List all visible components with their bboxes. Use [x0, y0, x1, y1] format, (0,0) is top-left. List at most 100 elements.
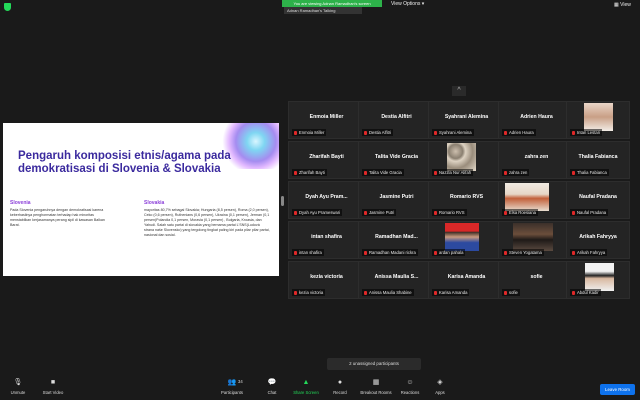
apps-icon: ◈: [437, 379, 443, 386]
muted-mic-icon: [504, 130, 507, 135]
grid-icon: ▦: [614, 2, 619, 8]
participant-tile[interactable]: Dyah Ayu Pram... Dyah Ayu Prameswari: [288, 181, 365, 219]
participant-tile[interactable]: Abdul Kadir: [566, 261, 630, 299]
participant-name-large: Syahrani Alemina: [444, 114, 489, 120]
shared-screen: Pengaruh komposisi etnis/agama pada demo…: [3, 123, 279, 276]
unmute-button[interactable]: 🎙 Unmute: [0, 379, 36, 395]
participant-label-text: Anissa Maulia Shabine: [369, 290, 412, 295]
participant-video: [447, 143, 476, 171]
video-off-icon: ■: [50, 379, 56, 386]
participant-name-large: Romario RVS: [449, 194, 484, 200]
participant-label-text: Enmoia Miller: [299, 130, 325, 135]
participant-label-text: Steven Yogatama: [509, 250, 542, 255]
muted-mic-icon: [364, 210, 367, 215]
participants-icon: 👥: [227, 379, 237, 386]
muted-mic-icon: [572, 210, 575, 215]
muted-mic-icon: [294, 170, 297, 175]
participant-tile[interactable]: Romario RVS Romario RVS: [428, 181, 505, 219]
participant-label-text: sofie: [509, 290, 518, 295]
participants-button[interactable]: 👥 34 Participants: [214, 379, 250, 395]
muted-mic-icon: [294, 290, 297, 295]
participant-label-text: Thalia Fabianca: [577, 170, 607, 175]
participant-label-text: Adrien Haura: [509, 130, 534, 135]
chat-bubble-icon: 💬: [267, 379, 277, 386]
participant-tile[interactable]: Enmoia Miller Enmoia Miller: [288, 101, 365, 139]
slide-left-heading: Slovenia: [10, 200, 31, 206]
share-screen-icon: ▲: [302, 379, 310, 386]
security-shield-icon[interactable]: [4, 3, 11, 11]
participant-video: [505, 183, 549, 211]
participant-tile[interactable]: Ramadhan Mad... Ramadhan Madani rickra: [358, 221, 435, 259]
participant-tile[interactable]: Arikah Fahryya Arikah Fahryya: [566, 221, 630, 259]
participant-tile[interactable]: Adrien Haura Adrien Haura: [498, 101, 575, 139]
participant-tile[interactable]: Talita Vide Gracia Talita Vide Gracia: [358, 141, 435, 179]
chat-button[interactable]: 💬 Chat: [254, 379, 290, 395]
muted-mic-icon: [434, 290, 437, 295]
participant-label-text: Ramadhan Madani rickra: [369, 250, 416, 255]
slide-title: Pengaruh komposisi etnis/agama pada demo…: [18, 150, 231, 175]
record-icon: ●: [337, 379, 343, 386]
participant-label-text: intan shafira: [299, 250, 322, 255]
participant-tile[interactable]: Destia Alfitri Destia Alfitri: [358, 101, 435, 139]
participant-label-text: Romario RVS: [439, 210, 465, 215]
participant-name-large: Ramadhan Mad...: [375, 234, 418, 240]
slide-left-text: Pada Slovenia pengaruhnya dengan demokra…: [10, 208, 105, 227]
view-button[interactable]: ▦ View: [614, 2, 631, 8]
breakout-rooms-icon: ▦: [372, 379, 380, 386]
participant-video: [445, 223, 479, 251]
slide-right-heading: Slovakia: [144, 200, 165, 206]
participant-name-large: Destia Alfitri: [381, 114, 412, 120]
participant-tile[interactable]: intan shafira intan shafira: [288, 221, 365, 259]
participant-label-text: Nazzla Nur Alifah: [439, 170, 472, 175]
muted-mic-icon: [434, 210, 437, 215]
unmute-label: Unmute: [10, 390, 26, 395]
participant-label-text: Zharifah Bayti: [299, 170, 325, 175]
start-video-button[interactable]: ■ Start Video: [35, 379, 71, 395]
participant-label: kezia victoria: [292, 289, 326, 296]
participant-label: Naufal Pradana: [570, 209, 609, 216]
participant-tile[interactable]: sofie sofie: [498, 261, 575, 299]
scroll-up-button[interactable]: ^: [452, 86, 466, 96]
muted-mic-icon: [364, 290, 367, 295]
participant-label-text: Intan Lestari: [577, 130, 601, 135]
participant-tile[interactable]: Naufal Pradana Naufal Pradana: [566, 181, 630, 219]
participant-label: Adrien Haura: [502, 129, 536, 136]
participant-tile[interactable]: kezia victoria kezia victoria: [288, 261, 365, 299]
participant-name-large: Naufal Pradana: [579, 194, 617, 200]
splitter-handle[interactable]: [281, 196, 284, 206]
participant-name-large: sofie: [530, 274, 543, 280]
participant-tile[interactable]: ardan pahala: [428, 221, 505, 259]
participant-label-text: Talita Vide Gracia: [369, 170, 402, 175]
participant-tile[interactable]: Thalia Fabianca Thalia Fabianca: [566, 141, 630, 179]
participant-tile[interactable]: Nazzla Nur Alifah: [428, 141, 505, 179]
share-screen-button[interactable]: ▲ Share Screen: [288, 379, 324, 395]
participant-label: Intan Lestari: [570, 129, 603, 136]
participant-name-large: Zharifah Bayti: [309, 154, 344, 160]
participant-tile[interactable]: Jasmine Putri Jasmine Putri: [358, 181, 435, 219]
participant-tile[interactable]: Anissa Maulia S... Anissa Maulia Shabine: [358, 261, 435, 299]
leave-room-button[interactable]: Leave Room: [600, 384, 635, 395]
view-options-button[interactable]: View Options ▾: [391, 1, 424, 7]
participant-name-large: Adrien Haura: [520, 114, 553, 120]
breakout-rooms-button[interactable]: ▦ Breakout Rooms: [358, 379, 394, 395]
participant-tile[interactable]: Elsa Roesiana: [498, 181, 575, 219]
participant-label: Dyah Ayu Prameswari: [292, 209, 343, 216]
participant-tile[interactable]: Zharifah Bayti Zharifah Bayti: [288, 141, 365, 179]
participant-tile[interactable]: Syahrani Alemina Syahrani Alemina: [428, 101, 505, 139]
participant-label: Jasmine Putri: [362, 209, 397, 216]
participant-tile[interactable]: Steven Yogatama: [498, 221, 575, 259]
unassigned-participants-notice[interactable]: 2 unassigned participants: [327, 358, 421, 370]
participant-label-text: Karisa Amanda: [439, 290, 468, 295]
muted-mic-icon: [294, 250, 297, 255]
participant-tile[interactable]: Intan Lestari: [566, 101, 630, 139]
participant-tile[interactable]: Karisa Amanda Karisa Amanda: [428, 261, 505, 299]
muted-mic-icon: [504, 290, 507, 295]
viewing-banner: You are viewing Adnan Ramadhan's screen: [282, 0, 382, 7]
record-button[interactable]: ● Record: [322, 379, 358, 395]
participant-name-large: Karisa Amanda: [447, 274, 486, 280]
muted-mic-icon: [434, 250, 437, 255]
muted-mic-icon: [504, 170, 507, 175]
participant-label: Zharifah Bayti: [292, 169, 327, 176]
apps-button[interactable]: ◈ Apps: [422, 379, 458, 395]
participant-tile[interactable]: zahra zen zahra zen: [498, 141, 575, 179]
